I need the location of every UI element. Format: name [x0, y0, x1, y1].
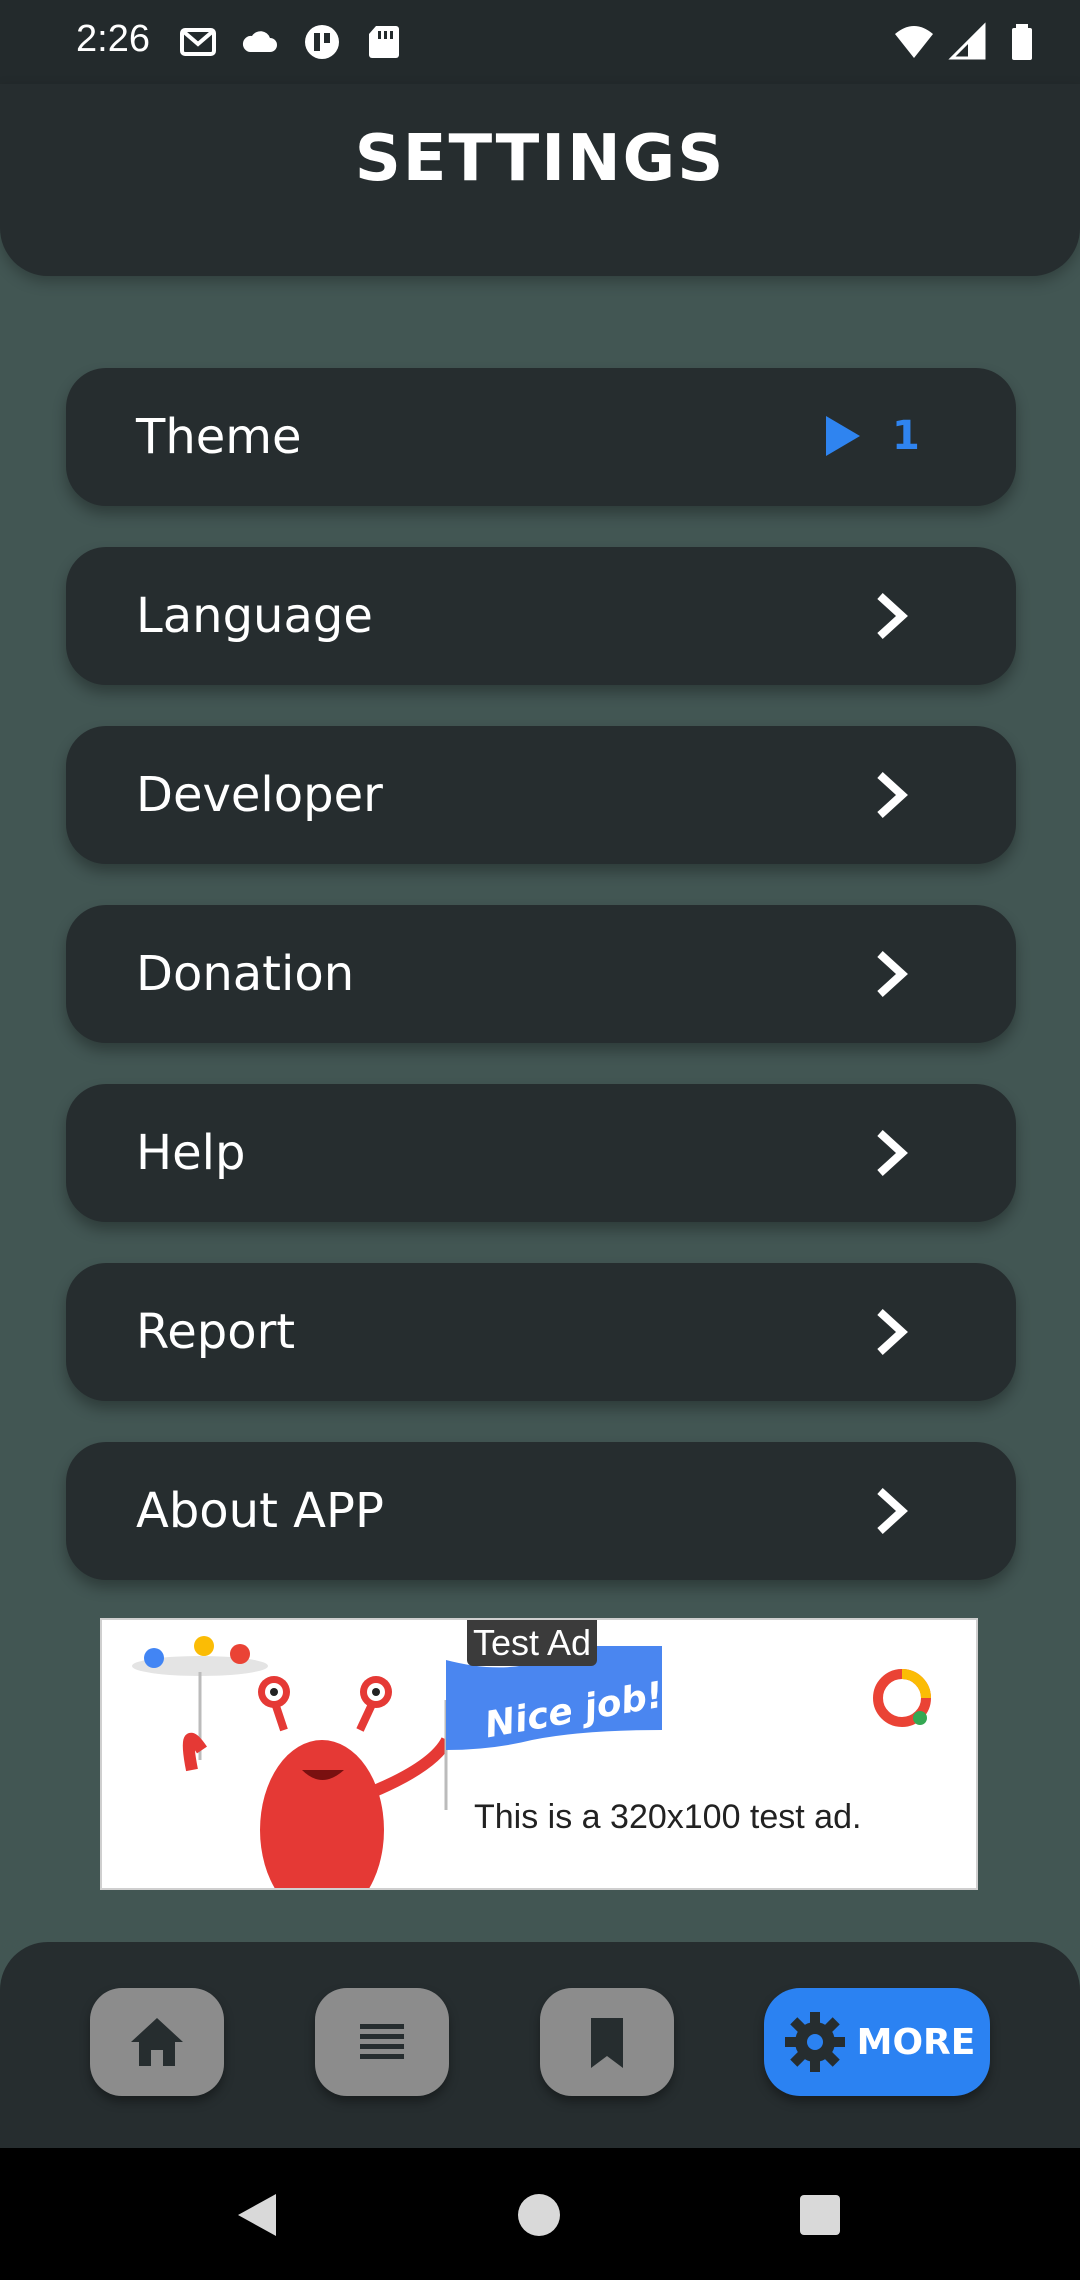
- more-button[interactable]: MORE: [764, 1988, 990, 2096]
- menu-item-label: About APP: [136, 1483, 384, 1539]
- theme-value: 1: [892, 413, 920, 459]
- menu-item-label: Donation: [136, 946, 355, 1002]
- home-nav-icon[interactable]: [516, 2188, 562, 2242]
- menu-item-about-app[interactable]: About APP: [66, 1442, 1016, 1580]
- menu-item-label: Developer: [136, 767, 383, 823]
- settings-menu: Theme 1 Language Developer Donation Help…: [66, 368, 1016, 1621]
- menu-item-label: Help: [136, 1125, 246, 1181]
- ad-badge: Test Ad: [467, 1620, 598, 1666]
- back-icon[interactable]: [232, 2188, 286, 2242]
- home-icon: [131, 2018, 183, 2066]
- system-icons: [894, 22, 1042, 62]
- play-icon: [826, 416, 860, 456]
- menu-item-label: Language: [136, 588, 373, 644]
- bookmark-icon: [591, 2018, 623, 2068]
- menu-item-developer[interactable]: Developer: [66, 726, 1016, 864]
- bottom-nav: MORE: [0, 1942, 1080, 2148]
- menu-item-theme[interactable]: Theme 1: [66, 368, 1016, 506]
- ad-text: This is a 320x100 test ad.: [474, 1798, 862, 1836]
- home-button[interactable]: [90, 1988, 224, 2096]
- gear-icon: [784, 2012, 845, 2072]
- status-time: 2:26: [76, 18, 150, 60]
- header: SETTINGS: [0, 84, 1080, 276]
- gmail-icon: [180, 28, 216, 56]
- chevron-right-icon: [877, 1309, 908, 1355]
- chevron-right-icon: [877, 1130, 908, 1176]
- page-title: SETTINGS: [354, 122, 726, 196]
- signal-icon: [948, 22, 986, 60]
- list-button[interactable]: [315, 1988, 449, 2096]
- list-icon: [360, 2024, 404, 2059]
- chevron-right-icon: [877, 951, 908, 997]
- menu-item-donation[interactable]: Donation: [66, 905, 1016, 1043]
- menu-item-report[interactable]: Report: [66, 1263, 1016, 1401]
- notification-icons: [178, 22, 404, 62]
- cloud-icon: [242, 31, 277, 52]
- menu-item-label: Theme: [136, 409, 302, 465]
- chevron-right-icon: [877, 593, 908, 639]
- app-icon: [305, 25, 339, 59]
- status-bar: 2:26: [0, 0, 1080, 84]
- wifi-icon: [895, 26, 933, 58]
- theme-selector: 1: [822, 413, 920, 459]
- chevron-right-icon: [877, 1488, 908, 1534]
- menu-item-help[interactable]: Help: [66, 1084, 1016, 1222]
- bookmark-button[interactable]: [540, 1988, 674, 2096]
- chevron-right-icon: [877, 772, 908, 818]
- recents-icon[interactable]: [796, 2188, 844, 2242]
- menu-item-label: Report: [136, 1304, 296, 1360]
- more-label: MORE: [856, 2021, 976, 2063]
- sd-card-icon: [369, 26, 399, 58]
- menu-item-language[interactable]: Language: [66, 547, 1016, 685]
- ad-banner[interactable]: Test Ad Nice job! This is a 320x100 test…: [100, 1618, 978, 1890]
- system-navigation-bar: [0, 2148, 1080, 2280]
- battery-icon: [1012, 24, 1032, 60]
